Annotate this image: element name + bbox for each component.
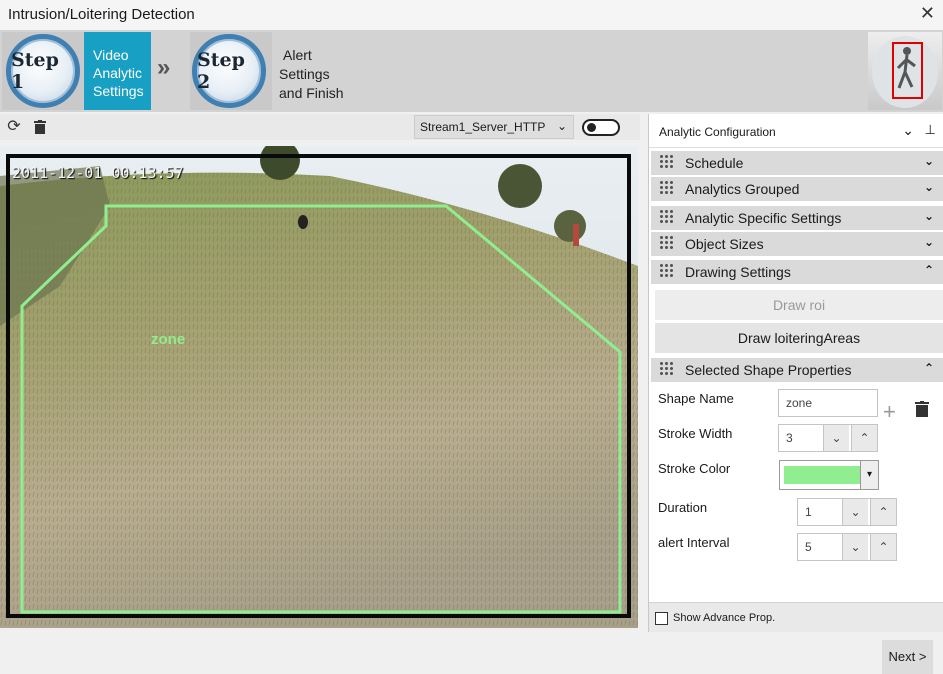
draw-roi-button[interactable]: Draw roi xyxy=(655,290,943,320)
video-toolbar: ⟳ Stream1_Server_HTTP ⌄ xyxy=(0,114,640,140)
duration-label: Duration xyxy=(658,500,708,515)
duration-stepper[interactable]: 1 ⌄ ⌃ xyxy=(797,498,897,526)
chevron-down-icon: ⌄ xyxy=(556,119,567,133)
decrement-icon[interactable]: ⌄ xyxy=(823,425,849,451)
step1-tab[interactable]: Step 1 xyxy=(2,32,84,110)
analytic-preview-image xyxy=(868,32,942,110)
color-swatch xyxy=(784,466,860,484)
chevron-down-icon: ⌄ xyxy=(923,209,934,223)
trash-icon[interactable] xyxy=(915,401,929,417)
window-title: Intrusion/Loitering Detection xyxy=(8,6,195,23)
grip-icon xyxy=(659,263,673,279)
chevron-down-icon: ⌄ xyxy=(923,180,934,194)
pin-icon[interactable]: ⊥ xyxy=(925,122,936,138)
dropdown-arrow-icon[interactable]: ▾ xyxy=(860,461,878,489)
add-icon[interactable]: + xyxy=(883,399,896,425)
step2-badge: Step 2 xyxy=(192,34,266,108)
increment-icon[interactable]: ⌃ xyxy=(870,534,896,560)
show-advance-checkbox[interactable] xyxy=(655,612,668,625)
advance-props-bar: Show Advance Prop. xyxy=(649,602,943,632)
stream-toggle[interactable] xyxy=(582,119,620,136)
show-advance-label[interactable]: Show Advance Prop. xyxy=(673,612,775,624)
section-analytic-specific[interactable]: Analytic Specific Settings ⌄ xyxy=(651,206,943,230)
alert-interval-label: alert Interval xyxy=(658,535,730,550)
title-bar: Intrusion/Loitering Detection ✕ xyxy=(0,0,943,30)
stroke-color-label: Stroke Color xyxy=(658,461,731,476)
panel-header: Analytic Configuration ⌄ ⊥ xyxy=(649,114,943,148)
panel-title: Analytic Configuration xyxy=(659,125,776,139)
stream-select[interactable]: Stream1_Server_HTTP ⌄ xyxy=(414,115,574,139)
grip-icon xyxy=(659,180,673,196)
chevron-up-icon: ⌃ xyxy=(923,361,934,375)
section-schedule[interactable]: Schedule ⌄ xyxy=(651,151,943,175)
close-icon[interactable]: ✕ xyxy=(920,3,935,24)
stroke-width-label: Stroke Width xyxy=(658,426,733,441)
decrement-icon[interactable]: ⌄ xyxy=(842,499,868,525)
grip-icon xyxy=(659,361,673,377)
chevron-down-icon[interactable]: ⌄ xyxy=(902,122,914,139)
video-feed[interactable]: zone 2011-12-01 00:13:57 xyxy=(0,146,638,628)
chevron-down-icon: ⌄ xyxy=(923,154,934,168)
stroke-width-stepper[interactable]: 3 ⌄ ⌃ xyxy=(778,424,878,452)
step2-tab[interactable]: Step 2 xyxy=(190,32,272,110)
grip-icon xyxy=(659,154,673,170)
grip-icon xyxy=(659,235,673,251)
chevron-down-icon: ⌄ xyxy=(923,235,934,249)
stroke-color-picker[interactable]: ▾ xyxy=(779,460,879,490)
shape-name-input[interactable]: zone xyxy=(778,389,878,417)
section-analytics-grouped[interactable]: Analytics Grouped ⌄ xyxy=(651,177,943,201)
increment-icon[interactable]: ⌃ xyxy=(870,499,896,525)
video-timestamp: 2011-12-01 00:13:57 xyxy=(12,164,184,182)
step1-badge: Step 1 xyxy=(6,34,80,108)
draw-loitering-areas-button[interactable]: Draw loiteringAreas xyxy=(655,323,943,353)
section-selected-shape[interactable]: Selected Shape Properties ⌃ xyxy=(651,358,943,382)
grip-icon xyxy=(659,209,673,225)
section-object-sizes[interactable]: Object Sizes ⌄ xyxy=(651,232,943,256)
zone-label: zone xyxy=(151,331,185,348)
refresh-icon[interactable]: ⟳ xyxy=(5,118,23,136)
step-separator-icon: » xyxy=(157,54,171,81)
analytic-config-panel: Analytic Configuration ⌄ ⊥ Schedule ⌄ An… xyxy=(648,114,943,632)
next-button[interactable]: Next > xyxy=(882,640,933,674)
chevron-up-icon: ⌃ xyxy=(923,263,934,277)
alert-interval-stepper[interactable]: 5 ⌄ ⌃ xyxy=(797,533,897,561)
increment-icon[interactable]: ⌃ xyxy=(851,425,877,451)
trash-icon[interactable] xyxy=(31,118,49,136)
step2-label[interactable]: Alert Settings and Finish xyxy=(279,46,344,103)
section-drawing-settings[interactable]: Drawing Settings ⌃ xyxy=(651,260,943,284)
decrement-icon[interactable]: ⌄ xyxy=(842,534,868,560)
wizard-steps: Step 1 Video Analytic Settings » Step 2 … xyxy=(0,30,943,112)
step1-label[interactable]: Video Analytic Settings xyxy=(84,32,151,110)
shape-name-label: Shape Name xyxy=(658,391,734,406)
